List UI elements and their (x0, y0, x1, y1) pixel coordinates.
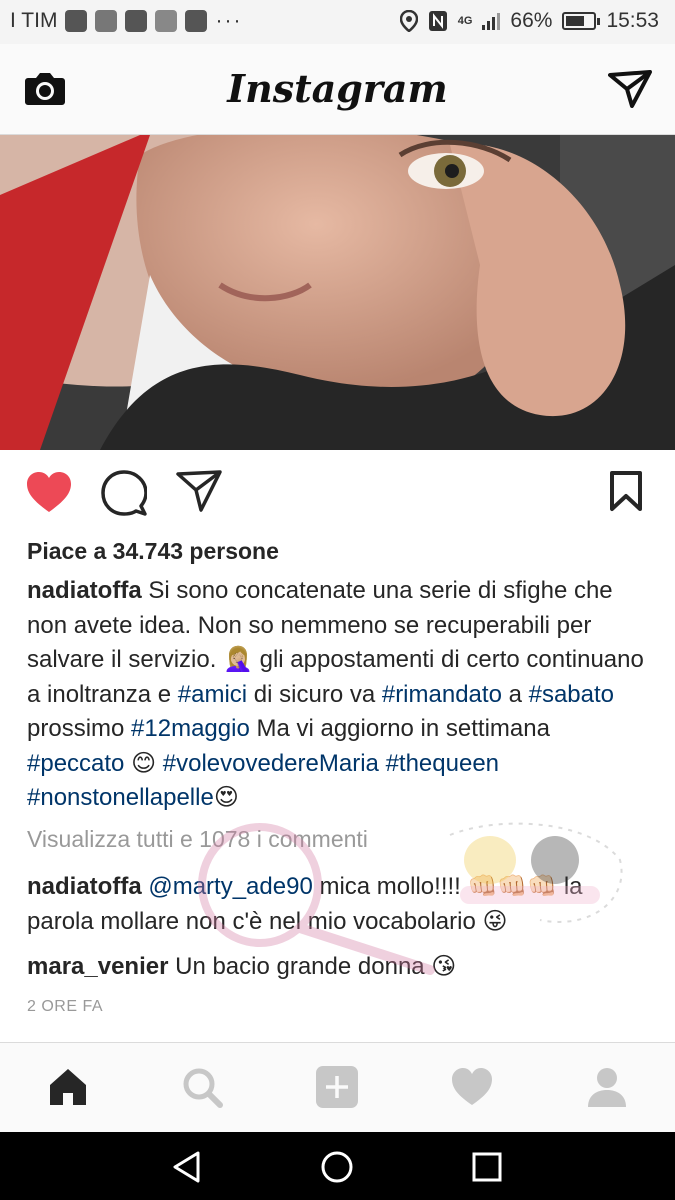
bookmark-icon[interactable] (609, 470, 643, 512)
view-all-comments-link[interactable]: Visualizza tutti e 1078 i commenti (27, 826, 368, 853)
hashtag-link[interactable]: #rimandato (382, 681, 502, 708)
caption-text: a (501, 680, 529, 708)
search-icon[interactable] (180, 1065, 224, 1109)
post-caption: nadiatoffa Si sono concatenate una serie… (27, 574, 652, 816)
post-actions (0, 470, 675, 518)
post-image[interactable] (0, 135, 675, 450)
hashtag-link[interactable]: #nonstonellapelle (27, 784, 214, 811)
battery-percent: 66% (510, 9, 553, 32)
like-count[interactable]: Piace a 34.743 persone (27, 538, 279, 565)
tag-icon (155, 10, 178, 32)
like-heart-icon[interactable] (25, 470, 73, 514)
system-nav-bar (0, 1132, 675, 1200)
hashtag-link[interactable]: #thequeen (386, 750, 499, 777)
hashtag-link[interactable]: #sabato (529, 681, 614, 708)
location-icon (399, 10, 418, 32)
gallery-icon (185, 10, 208, 32)
paper-plane-icon[interactable] (608, 70, 652, 108)
bottom-nav (0, 1042, 675, 1132)
home-icon[interactable] (46, 1065, 90, 1109)
caption-text: Ma vi aggiorno in settimana (249, 715, 550, 742)
hashtag-link[interactable]: #amici (178, 681, 247, 708)
more-notifications: ··· (215, 9, 243, 32)
add-post-icon[interactable] (315, 1065, 359, 1109)
comment-username[interactable]: nadiatoffa (27, 873, 142, 900)
app-title: Instagram (227, 66, 448, 111)
caption-text: di sicuro va (247, 680, 382, 708)
activity-heart-icon[interactable] (450, 1065, 494, 1109)
health-app-icon (95, 10, 118, 32)
comment-item: nadiatoffa @marty_ade90 mica mollo!!!! 👊… (27, 870, 652, 939)
selfie-photo (0, 135, 675, 450)
recents-icon[interactable] (470, 1150, 504, 1184)
caption-text: 😊 (124, 749, 163, 777)
post-timestamp: 2 ORE FA (27, 998, 104, 1015)
carrier-label: I TIM (10, 9, 58, 32)
hashtag-link[interactable]: #volevovedereMaria (163, 750, 379, 777)
home-circle-icon[interactable] (320, 1150, 354, 1184)
caption-text: 😍 (213, 784, 239, 811)
caption-username[interactable]: nadiatoffa (27, 577, 142, 604)
caption-text: prossimo (27, 715, 132, 742)
comment-text: Un bacio grande donna 😘 (168, 953, 457, 980)
back-icon[interactable] (170, 1150, 204, 1184)
mention-link[interactable]: @marty_ade90 (148, 873, 312, 900)
caption-text (379, 750, 386, 777)
hashtag-link[interactable]: #12maggio (131, 715, 250, 742)
nfc-icon (428, 11, 447, 31)
share-icon[interactable] (176, 470, 222, 512)
status-bar: I TIM ··· 4G 66% 15:53 (0, 0, 675, 44)
signal-icon (482, 12, 501, 30)
network-type: 4G (457, 15, 473, 27)
comment-username[interactable]: mara_venier (27, 953, 168, 980)
facebook-icon (125, 10, 148, 32)
clock: 15:53 (606, 9, 659, 32)
comment-item: mara_venier Un bacio grande donna 😘 (27, 950, 652, 985)
camera-app-icon (65, 10, 88, 32)
hashtag-link[interactable]: #peccato (27, 750, 124, 777)
profile-icon[interactable] (585, 1065, 629, 1109)
battery-icon (562, 12, 601, 30)
comment-icon[interactable] (101, 470, 147, 516)
app-header: Instagram (0, 44, 675, 135)
